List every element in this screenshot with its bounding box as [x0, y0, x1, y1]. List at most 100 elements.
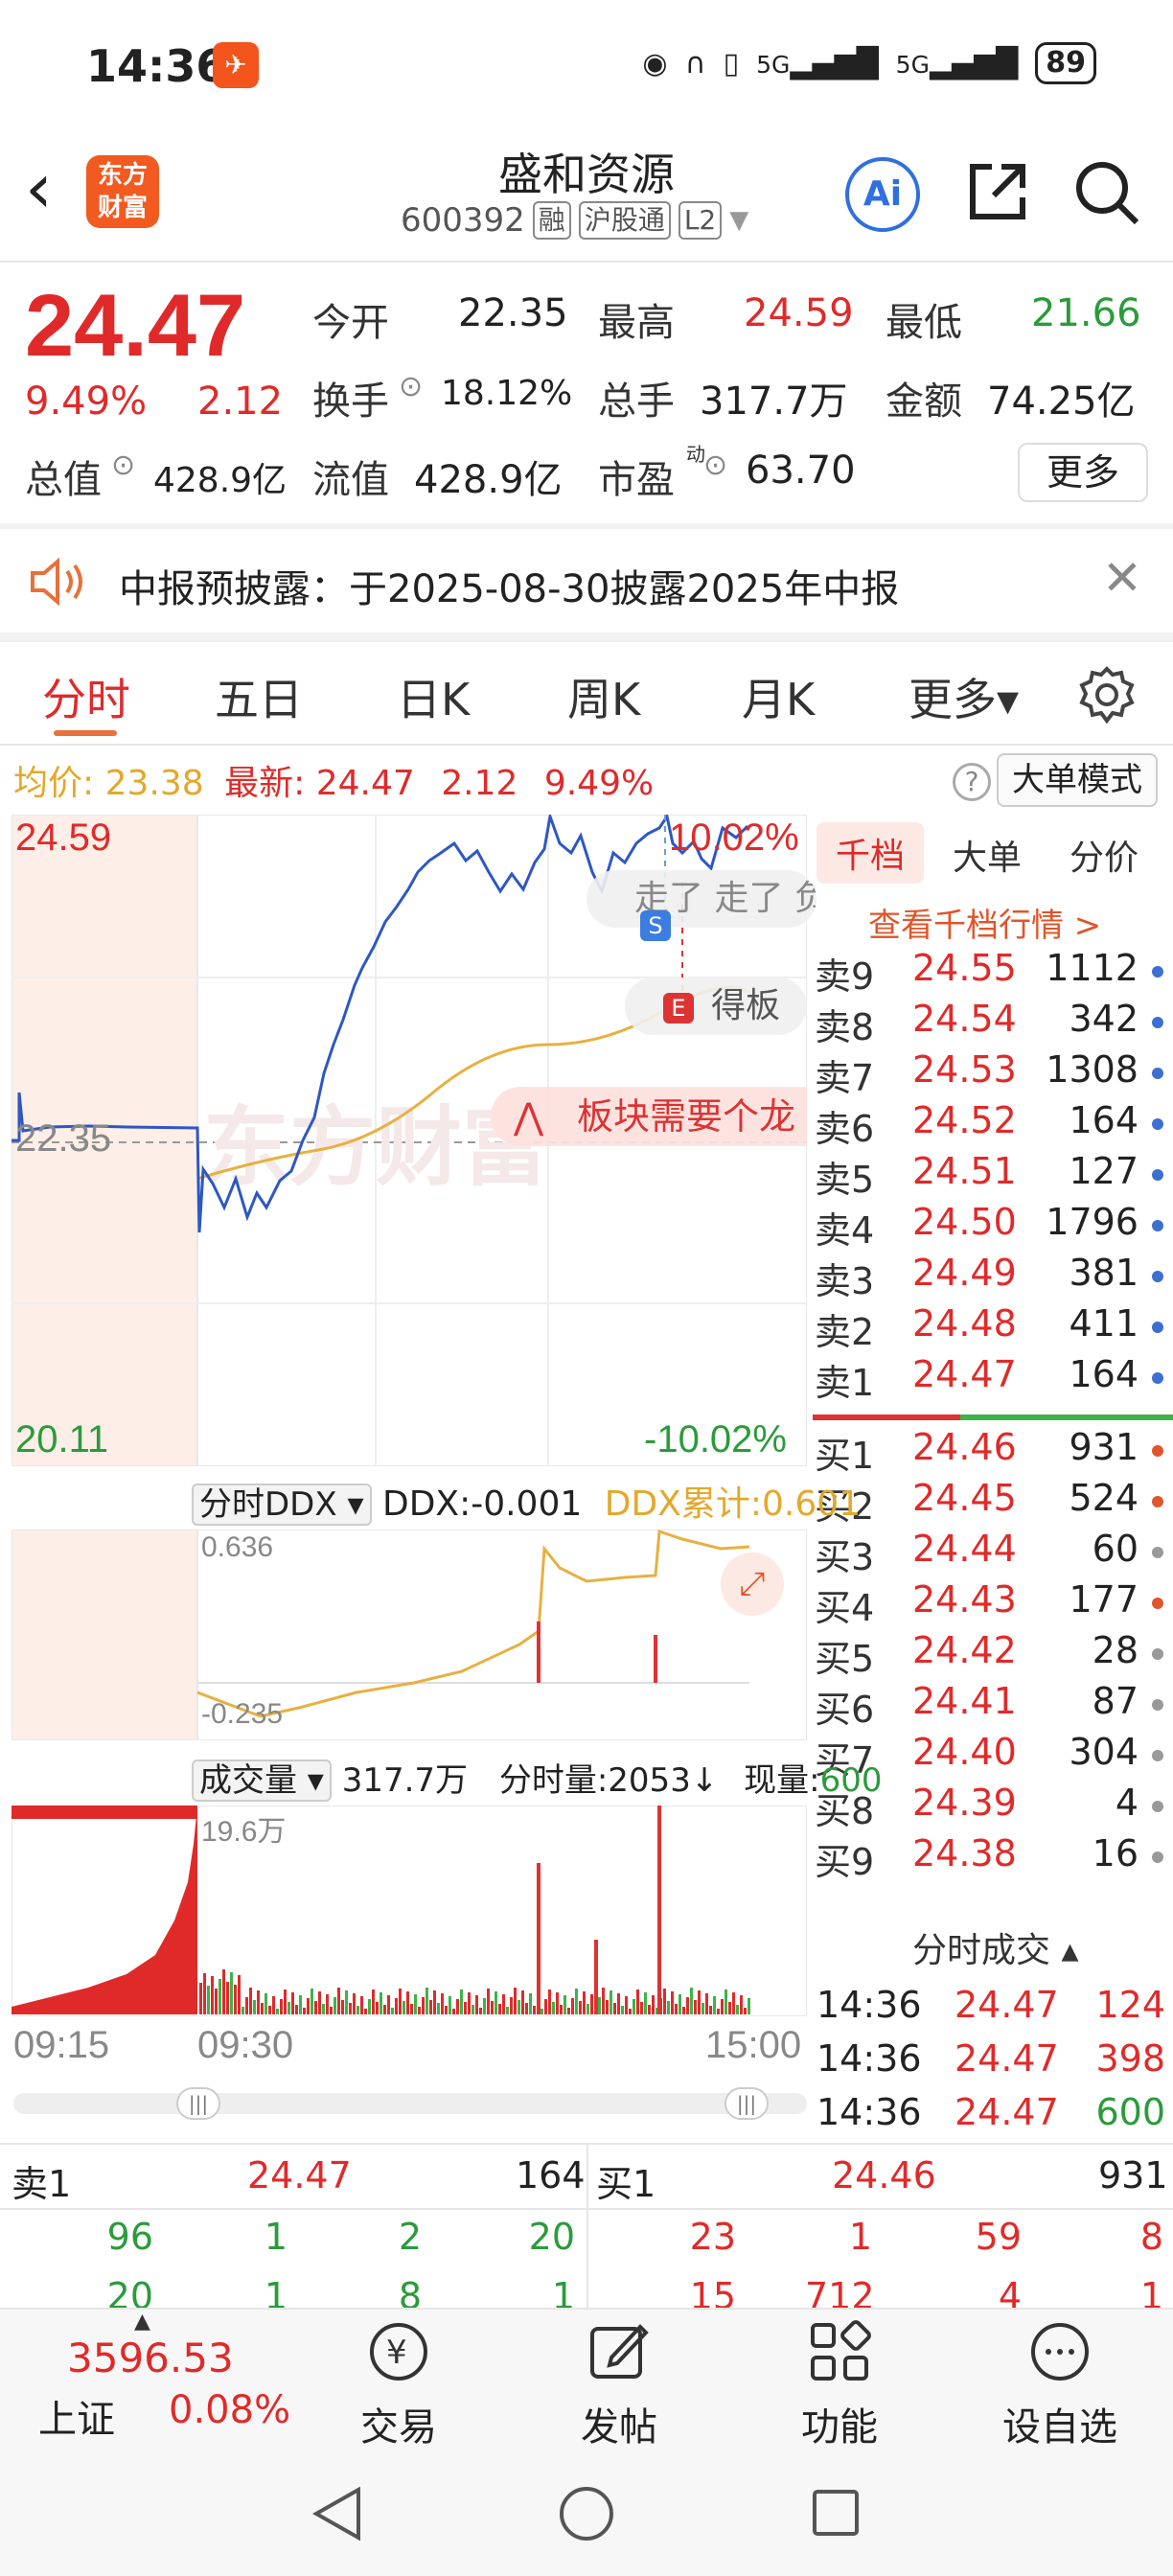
ask-row[interactable]: 卖4 24.50 1796	[813, 1201, 1173, 1252]
volume-bar	[682, 2007, 685, 2014]
tab-big-order[interactable]: 大单	[953, 830, 1022, 880]
volume-bar	[690, 1988, 693, 2014]
tab-depth[interactable]: 千档	[816, 822, 925, 884]
y-axis-mid: 22.35	[15, 1117, 112, 1160]
bid-row[interactable]: 买1 24.46 931	[813, 1426, 1173, 1477]
volume-bar	[326, 1994, 329, 2014]
volume-bar	[414, 1994, 417, 2014]
scroll-handle-left[interactable]: |||	[176, 2087, 220, 2120]
tab-monthly-k[interactable]: 月K	[742, 665, 815, 728]
s-badge[interactable]: S	[640, 910, 671, 941]
nav-post[interactable]: 发帖	[523, 2310, 715, 2453]
ask-row[interactable]: 卖1 24.47 164	[813, 1353, 1173, 1404]
indicator-dot-icon	[1152, 1118, 1163, 1130]
volume-bar	[640, 2002, 643, 2014]
nav-functions[interactable]: 功能	[744, 2310, 935, 2453]
bid-volume: 60	[1092, 1528, 1138, 1570]
volume-bar	[360, 1996, 363, 2014]
volume-selector[interactable]: 成交量 ▾	[192, 1760, 332, 1802]
depth-quote-link[interactable]: 查看千档行情 >	[868, 899, 1101, 946]
volume-bar	[253, 2000, 256, 2014]
volume-bar	[268, 2006, 271, 2014]
close-icon[interactable]: ✕	[1102, 550, 1142, 606]
expand-icon[interactable]: ⤢	[721, 1552, 784, 1616]
bid-price: 24.39	[912, 1782, 1017, 1824]
tab-weekly-k[interactable]: 周K	[567, 665, 640, 728]
share-icon[interactable]	[963, 157, 1032, 226]
y-axis-pct-low: -10.02%	[644, 1418, 787, 1460]
volume-bar	[732, 1992, 735, 2014]
volume-bar	[487, 1989, 490, 2014]
notice-bar[interactable]: 中报预披露：于2025-08-30披露2025年中报 ✕	[0, 529, 1173, 632]
ask-row[interactable]: 卖8 24.54 342	[813, 998, 1173, 1048]
volume-label: 总手	[598, 380, 675, 424]
ask-row[interactable]: 卖7 24.53 1308	[813, 1048, 1173, 1099]
trade-volume: 398	[1095, 2037, 1165, 2080]
info-circle-icon[interactable]: ⊙	[703, 448, 727, 482]
ask-row[interactable]: 卖9 24.55 1112	[813, 947, 1173, 998]
chart-scrollbar[interactable]: ||| |||	[13, 2087, 807, 2120]
scroll-handle-right[interactable]: |||	[724, 2087, 769, 2120]
volume-bar	[238, 1975, 241, 2014]
section-divider	[0, 632, 1173, 642]
volume-chart[interactable]: 19.6万	[11, 1805, 808, 2017]
big-order-mode-button[interactable]: 大单模式	[997, 753, 1158, 807]
bid-row[interactable]: 买4 24.43 177	[813, 1578, 1173, 1629]
tick-trades-title[interactable]: 分时成交 ▴	[912, 1922, 1079, 1972]
nav-trade[interactable]: ¥ 交易	[303, 2310, 494, 2453]
ask-price: 24.52	[912, 1099, 1017, 1141]
tab-more[interactable]: 更多▾	[908, 665, 1019, 728]
comment-bubble[interactable]: 走了 走了 负	[586, 870, 816, 928]
bid-row[interactable]: 买6 24.41 87	[813, 1680, 1173, 1731]
ai-assistant-icon[interactable]: Ai	[845, 157, 920, 232]
battery-icon: 89	[1035, 42, 1096, 84]
volume-bar	[272, 1996, 275, 2014]
sector-banner[interactable]: ⋀ 板块需要个龙	[491, 1087, 807, 1146]
search-icon[interactable]	[1071, 157, 1142, 228]
info-circle-icon[interactable]: ⊙	[111, 448, 135, 482]
comment-bubble-2[interactable]: 得板	[625, 978, 807, 1035]
volume-bar	[448, 1996, 451, 2014]
status-bar: 14:36 ✈ ◉ ∩ ▯ 5G▂▄▆█ 5G▂▄▆█ 89	[0, 0, 1173, 134]
ddx-selector[interactable]: 分时DDX ▾	[192, 1484, 372, 1526]
tab-five-day[interactable]: 五日	[215, 665, 303, 728]
nav-watchlist[interactable]: 设自选	[964, 2310, 1156, 2453]
volume-bar	[349, 2003, 352, 2014]
indicator-dot-icon	[1152, 1648, 1163, 1660]
bid-volume: 28	[1092, 1629, 1138, 1671]
ask-row[interactable]: 卖3 24.49 381	[813, 1252, 1173, 1302]
more-button[interactable]: 更多	[1018, 443, 1148, 502]
volume-bar	[218, 1979, 221, 2014]
bid-row[interactable]: 买9 24.38 16	[813, 1832, 1173, 1883]
stock-code-row[interactable]: 600392 融 沪股通 L2 ▼	[401, 201, 748, 240]
help-icon[interactable]: ?	[953, 763, 991, 801]
e-badge[interactable]: E	[663, 993, 694, 1024]
gear-icon[interactable]	[1077, 665, 1137, 724]
back-triangle-icon	[311, 2486, 360, 2542]
bid-label: 买5	[815, 1638, 875, 1680]
ask-row[interactable]: 卖2 24.48 411	[813, 1302, 1173, 1353]
info-circle-icon[interactable]: ⊙	[399, 370, 423, 403]
index-widget[interactable]: ▲ 3596.53 上证 0.08%	[0, 2310, 307, 2453]
intraday-chart[interactable]: 东方财富 24.59 22.35 20.11 10.02% -10.02% 走了…	[12, 815, 816, 1466]
queue-cell: 1	[264, 2275, 288, 2308]
time-open: 09:30	[197, 2024, 294, 2066]
tab-price-dist[interactable]: 分价	[1070, 830, 1138, 880]
ask-volume: 1112	[1046, 947, 1138, 989]
ask-row[interactable]: 卖6 24.52 164	[813, 1099, 1173, 1150]
ddx-chart[interactable]: 0.636 -0.235 ⤢	[11, 1529, 808, 1741]
queue-cell: 1	[264, 2216, 288, 2258]
tick-trades: 分时成交 ▴ 14:36 24.47 124 14:36 24.47 398 14:36 24…	[813, 1917, 1173, 2139]
tab-daily-k[interactable]: 日K	[397, 665, 470, 728]
indicator-dot-icon	[1152, 966, 1163, 978]
high-label: 最高	[598, 301, 675, 345]
volume-bar	[264, 1993, 267, 2014]
margin-tag: 融	[532, 201, 571, 240]
ask-price: 24.53	[912, 1048, 1017, 1091]
queue-cell: 23	[689, 2216, 736, 2258]
ask-row[interactable]: 卖5 24.51 127	[813, 1150, 1173, 1201]
tab-intraday[interactable]: 分时	[42, 665, 130, 728]
bid-row[interactable]: 买2 24.45 524	[813, 1477, 1173, 1528]
bid-row[interactable]: 买3 24.44 60	[813, 1528, 1173, 1578]
bid-row[interactable]: 买5 24.42 28	[813, 1629, 1173, 1680]
